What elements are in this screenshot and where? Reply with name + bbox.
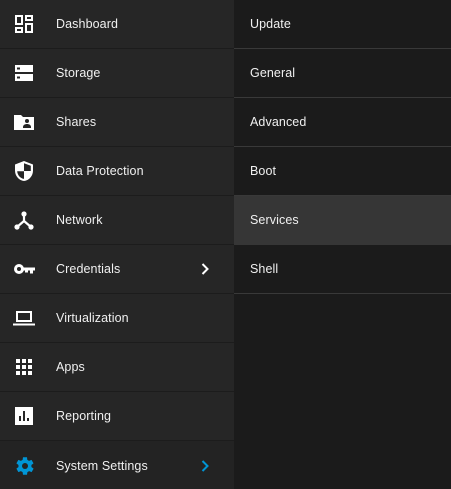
shield-icon [12,159,36,183]
sidebar-item-dashboard[interactable]: Dashboard [0,0,234,49]
storage-icon [12,61,36,85]
sidebar-item-label: System Settings [56,458,148,473]
sidebar-item-label: Apps [56,360,85,374]
sidebar-item-label: Dashboard [56,17,119,31]
submenu-item-advanced[interactable]: Advanced [234,98,451,147]
sidebar-item-label: Shares [56,115,97,129]
chevron-right-icon[interactable] [198,459,212,473]
sidebar-item-label: Credentials [56,262,121,276]
submenu-item-label: Advanced [250,115,307,129]
sidebar-item-label: Data Protection [56,164,144,178]
sidebar-item-credentials[interactable]: Credentials [0,245,234,294]
app-root: Dashboard Storage Shares Data Protection [0,0,451,489]
system-settings-submenu: Update General Advanced Boot Services Sh… [234,0,451,489]
sidebar-item-network[interactable]: Network [0,196,234,245]
sidebar-item-label: Reporting [56,409,112,423]
sidebar-item-label: Storage [56,66,101,80]
bar-chart-icon [12,404,36,428]
sidebar-item-reporting[interactable]: Reporting [0,392,234,441]
submenu-item-services[interactable]: Services [234,196,451,245]
key-icon [12,257,36,281]
submenu-item-label: Shell [250,262,279,276]
apps-grid-icon [12,355,36,379]
submenu-item-label: Boot [250,164,277,178]
sidebar-item-virtualization[interactable]: Virtualization [0,294,234,343]
submenu-item-label: General [250,66,296,80]
network-hub-icon [12,208,36,232]
sidebar-item-shares[interactable]: Shares [0,98,234,147]
shared-folder-icon [12,110,36,134]
submenu-item-label: Update [250,17,291,31]
sidebar-nav: Dashboard Storage Shares Data Protection [0,0,234,489]
sidebar-item-label: Network [56,213,103,227]
sidebar-item-label: Virtualization [56,311,129,325]
sidebar-item-system-settings[interactable]: System Settings [0,441,234,489]
chevron-right-icon[interactable] [198,262,212,276]
submenu-item-general[interactable]: General [234,49,451,98]
submenu-item-shell[interactable]: Shell [234,245,451,294]
laptop-icon [12,306,36,330]
submenu-item-boot[interactable]: Boot [234,147,451,196]
sidebar-item-apps[interactable]: Apps [0,343,234,392]
sidebar-item-storage[interactable]: Storage [0,49,234,98]
sidebar-item-data-protection[interactable]: Data Protection [0,147,234,196]
submenu-item-update[interactable]: Update [234,0,451,49]
submenu-item-label: Services [250,213,299,227]
dashboard-icon [12,12,36,36]
gear-icon [12,454,36,478]
